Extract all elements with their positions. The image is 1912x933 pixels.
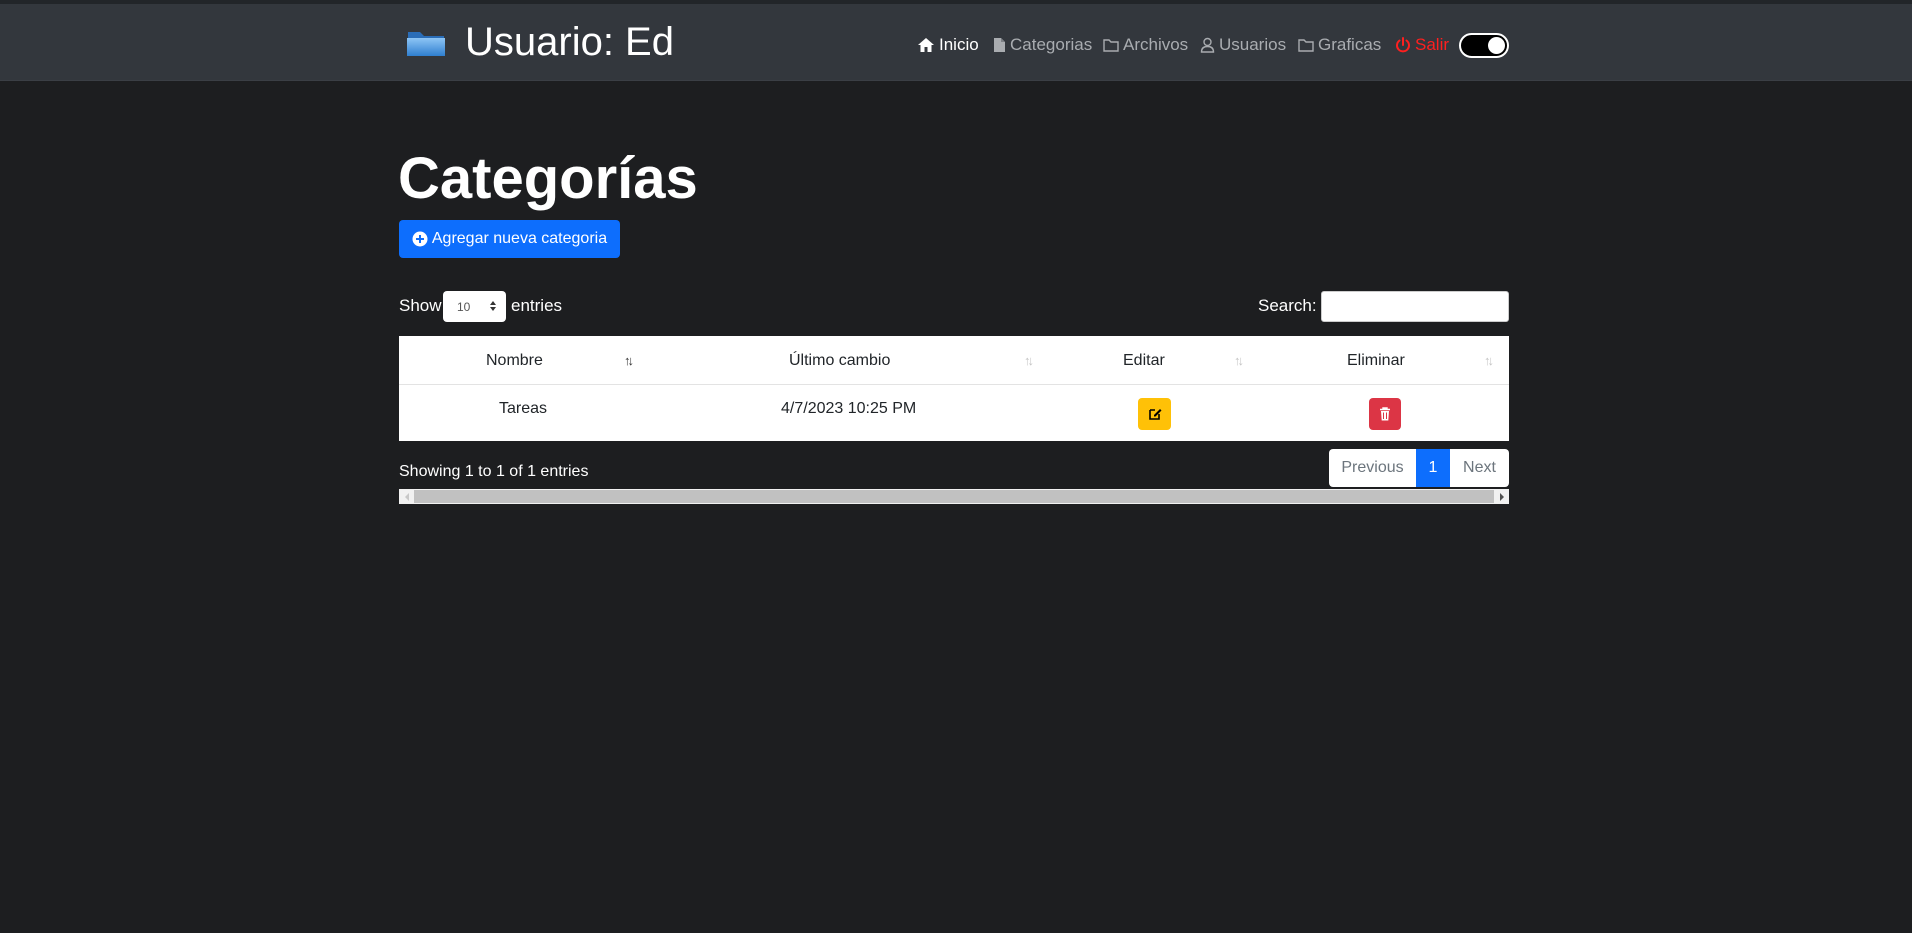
file-icon — [994, 38, 1005, 52]
scroll-right-icon[interactable] — [1494, 489, 1509, 504]
nav-salir[interactable]: Salir — [1395, 30, 1449, 60]
nav-categorias-label: Categorias — [1010, 35, 1093, 54]
page-1-button[interactable]: 1 — [1416, 449, 1450, 487]
delete-button[interactable] — [1369, 398, 1401, 430]
scrollbar-thumb[interactable] — [414, 490, 1494, 503]
add-category-label: Agregar nueva categoria — [431, 230, 608, 247]
page-length-value: 10 — [457, 299, 471, 314]
nav-usuarios[interactable]: Usuarios — [1200, 30, 1286, 60]
horizontal-scrollbar[interactable] — [399, 489, 1509, 504]
select-arrows-icon — [490, 301, 496, 311]
categories-table: Nombre ↑↓ Último cambio ↑↓ Editar ↑↓ Eli… — [399, 336, 1509, 441]
folder-outline-icon — [1298, 39, 1314, 52]
entries-label: entries — [511, 296, 563, 315]
trash-icon — [1380, 407, 1390, 421]
nav-inicio-label: Inicio — [939, 35, 979, 54]
sort-icon: ↑↓ — [1484, 353, 1494, 368]
column-editar[interactable]: Editar — [1123, 336, 1165, 385]
next-button[interactable]: Next — [1450, 449, 1509, 487]
folder-icon — [406, 26, 446, 60]
nav-graficas[interactable]: Graficas — [1298, 30, 1381, 60]
nav-inicio[interactable]: Inicio — [917, 30, 979, 60]
nav-graficas-label: Graficas — [1318, 35, 1382, 54]
cell-nombre: Tareas — [499, 400, 548, 417]
search-input[interactable] — [1321, 291, 1509, 322]
user-icon — [1200, 37, 1215, 53]
add-category-button[interactable]: Agregar nueva categoria — [399, 220, 620, 258]
show-label: Show — [399, 296, 442, 315]
sort-icon: ↑↓ — [624, 353, 634, 368]
column-ultimo-cambio[interactable]: Último cambio — [789, 336, 890, 385]
page-length-select[interactable]: 10 — [443, 291, 506, 322]
sort-icon: ↑↓ — [1024, 353, 1034, 368]
navbar: Usuario: Ed Inicio Categorias Archivos U… — [0, 4, 1912, 81]
edit-button[interactable] — [1138, 398, 1171, 430]
edit-icon — [1148, 409, 1161, 420]
folder-outline-icon — [1103, 39, 1119, 52]
scroll-left-icon[interactable] — [399, 489, 414, 504]
power-icon — [1396, 37, 1410, 53]
plus-circle-icon — [412, 231, 428, 247]
nav-archivos-label: Archivos — [1123, 35, 1189, 54]
table-info: Showing 1 to 1 of 1 entries — [399, 463, 589, 480]
table-header: Nombre ↑↓ Último cambio ↑↓ Editar ↑↓ Eli… — [399, 336, 1509, 385]
nav-categorias[interactable]: Categorias — [993, 30, 1092, 60]
pagination: Previous 1 Next — [1329, 449, 1509, 487]
nav-salir-label: Salir — [1415, 35, 1450, 54]
column-nombre[interactable]: Nombre — [486, 336, 543, 385]
column-eliminar[interactable]: Eliminar — [1347, 336, 1405, 385]
sort-icon: ↑↓ — [1234, 353, 1244, 368]
theme-toggle[interactable] — [1459, 33, 1509, 58]
page-title: Categorías — [398, 146, 698, 211]
user-title: Usuario: Ed — [465, 20, 674, 64]
home-icon — [918, 38, 934, 52]
nav-usuarios-label: Usuarios — [1219, 35, 1287, 54]
search-label: Search: — [1258, 296, 1317, 315]
nav-archivos[interactable]: Archivos — [1103, 30, 1188, 60]
previous-button[interactable]: Previous — [1329, 449, 1416, 487]
toggle-knob — [1488, 37, 1505, 54]
cell-ultimo-cambio: 4/7/2023 10:25 PM — [781, 400, 917, 417]
